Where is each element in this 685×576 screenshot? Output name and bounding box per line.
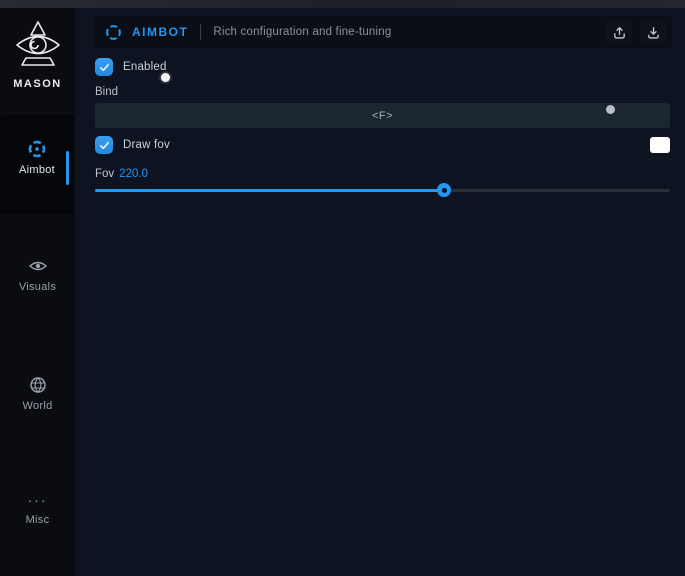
brand-logo: MASON — [0, 18, 75, 90]
crosshair-icon — [105, 24, 122, 41]
mason-eye-pyramid-logo-icon — [12, 18, 64, 74]
mouse-cursor-dot — [161, 73, 170, 82]
ellipsis-icon: ··· — [0, 491, 75, 509]
fov-label: Fov — [95, 168, 114, 180]
sidebar-item-misc[interactable]: ··· Misc — [0, 491, 75, 526]
fov-value-row: Fov 220.0 — [95, 168, 148, 180]
bind-label: Bind — [95, 86, 118, 98]
download-icon — [646, 25, 661, 40]
bind-field-dot — [606, 105, 615, 114]
fov-slider-handle[interactable] — [437, 183, 451, 197]
draw-fov-row: Draw fov — [95, 136, 170, 154]
active-tab-indicator — [66, 151, 69, 185]
check-icon — [99, 140, 110, 151]
globe-icon — [28, 375, 48, 395]
enabled-label: Enabled — [123, 61, 167, 73]
page-title: AIMBOT — [132, 25, 188, 39]
upload-icon — [612, 25, 627, 40]
sidebar-item-label: Misc — [0, 514, 75, 526]
bind-key-field[interactable]: <F> — [95, 103, 670, 128]
fov-value: 220.0 — [119, 168, 148, 180]
bind-key-value: <F> — [372, 110, 393, 122]
sidebar-item-world[interactable]: World — [0, 375, 75, 412]
sidebar-item-label: Visuals — [0, 281, 75, 293]
fov-color-swatch[interactable] — [650, 137, 670, 153]
fov-slider[interactable] — [95, 182, 670, 198]
download-config-button[interactable] — [640, 19, 666, 45]
draw-fov-label: Draw fov — [123, 139, 170, 151]
upload-config-button[interactable] — [606, 19, 632, 45]
sidebar-item-label: Aimbot — [0, 164, 74, 176]
main-panel: AIMBOT Rich configuration and fine-tunin… — [75, 8, 685, 576]
page-subtitle: Rich configuration and fine-tuning — [213, 26, 598, 38]
sidebar-item-aimbot[interactable]: Aimbot — [0, 115, 74, 215]
enabled-checkbox[interactable] — [95, 58, 113, 76]
eye-icon — [28, 256, 48, 276]
brand-name: MASON — [0, 78, 75, 90]
window-top-strip — [0, 0, 685, 8]
fov-slider-fill — [95, 189, 444, 192]
sidebar-item-label: World — [0, 400, 75, 412]
sidebar: MASON Aimbot Visuals World ··· Misc — [0, 8, 75, 576]
sidebar-item-visuals[interactable]: Visuals — [0, 256, 75, 293]
section-header: AIMBOT Rich configuration and fine-tunin… — [93, 16, 672, 48]
header-divider — [200, 24, 201, 40]
draw-fov-checkbox[interactable] — [95, 136, 113, 154]
crosshair-icon — [27, 139, 47, 159]
enabled-row: Enabled — [95, 58, 167, 76]
check-icon — [99, 62, 110, 73]
